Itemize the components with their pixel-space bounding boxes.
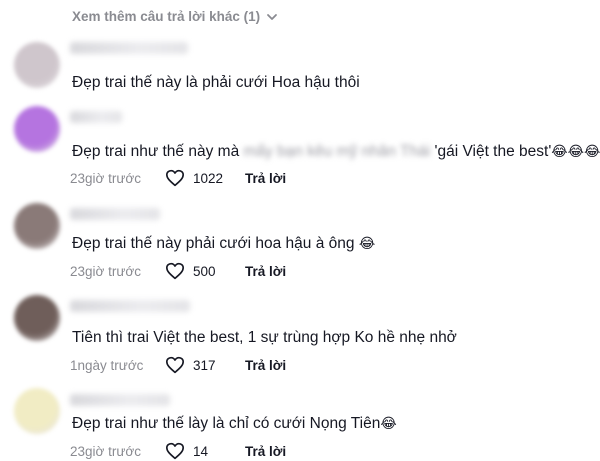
comment-meta: 1ngày trước 317 Trả lời — [70, 355, 286, 375]
avatar[interactable] — [14, 42, 60, 88]
comment-time: 1ngày trước — [70, 357, 144, 373]
comment-time: 23giờ trước — [70, 170, 142, 186]
comment-text: Đẹp trai thế này là phải cưới Hoa hậu th… — [72, 74, 360, 91]
comment-text: Đẹp trai như thế lày là chỉ có cưới Nọng… — [72, 414, 397, 434]
chevron-down-icon — [267, 13, 278, 20]
reply-button[interactable]: Trả lời — [245, 358, 286, 373]
username-blurred[interactable] — [70, 111, 122, 123]
username-blurred[interactable] — [70, 394, 170, 406]
comment-text: Tiên thì trai Việt the best, 1 sự trùng … — [72, 329, 457, 346]
laughing-emoji-icon: 😂😂😂 — [551, 144, 600, 160]
see-more-label: Xem thêm câu trả lời khác (1) — [72, 9, 261, 24]
comment-meta: 23giờ trước 14 Trả lời — [70, 441, 286, 461]
reply-button[interactable]: Trả lời — [245, 444, 286, 459]
heart-icon[interactable] — [165, 356, 185, 374]
reply-button[interactable]: Trả lời — [245, 171, 286, 186]
comment-text-part: Đẹp trai như thế lày là chỉ có cưới Nọng… — [72, 415, 381, 432]
comment-text: Đẹp trai thế này phải cưới hoa hậu à ông… — [72, 234, 375, 254]
comment-text-part: Đẹp trai như thế này mà — [72, 143, 244, 160]
avatar[interactable] — [14, 295, 60, 341]
avatar[interactable] — [14, 203, 60, 249]
comment-text: Đẹp trai như thế này mà mấy bạn kêu mỹ n… — [72, 142, 600, 162]
username-blurred[interactable] — [70, 208, 160, 220]
username-blurred[interactable] — [70, 300, 190, 312]
comment-meta: 23giờ trước 500 Trả lời — [70, 261, 286, 281]
laughing-emoji-icon: 😂 — [358, 236, 376, 252]
avatar[interactable] — [14, 106, 60, 152]
laughing-emoji-icon: 😂 — [380, 416, 397, 432]
censored-text: mấy bạn kêu mỹ nhân Thái — [243, 143, 431, 160]
heart-icon[interactable] — [165, 442, 185, 460]
like-count: 317 — [193, 357, 216, 373]
like-count: 1022 — [193, 170, 224, 186]
like-count: 500 — [193, 263, 216, 279]
comment-text-part: 'gái Việt the best' — [430, 143, 552, 160]
comment-meta: 23giờ trước 1022 Trả lời — [70, 168, 286, 188]
username-blurred[interactable] — [70, 42, 188, 54]
see-more-replies-button[interactable]: Xem thêm câu trả lời khác (1) — [72, 9, 278, 24]
avatar[interactable] — [14, 388, 60, 434]
heart-icon[interactable] — [165, 169, 185, 187]
comment-time: 23giờ trước — [70, 443, 142, 459]
heart-icon[interactable] — [165, 262, 185, 280]
comment-time: 23giờ trước — [70, 263, 142, 279]
like-count: 14 — [193, 443, 209, 459]
comment-text-part: Đẹp trai thế này phải cưới hoa hậu à ông — [72, 235, 355, 252]
reply-button[interactable]: Trả lời — [245, 264, 286, 279]
